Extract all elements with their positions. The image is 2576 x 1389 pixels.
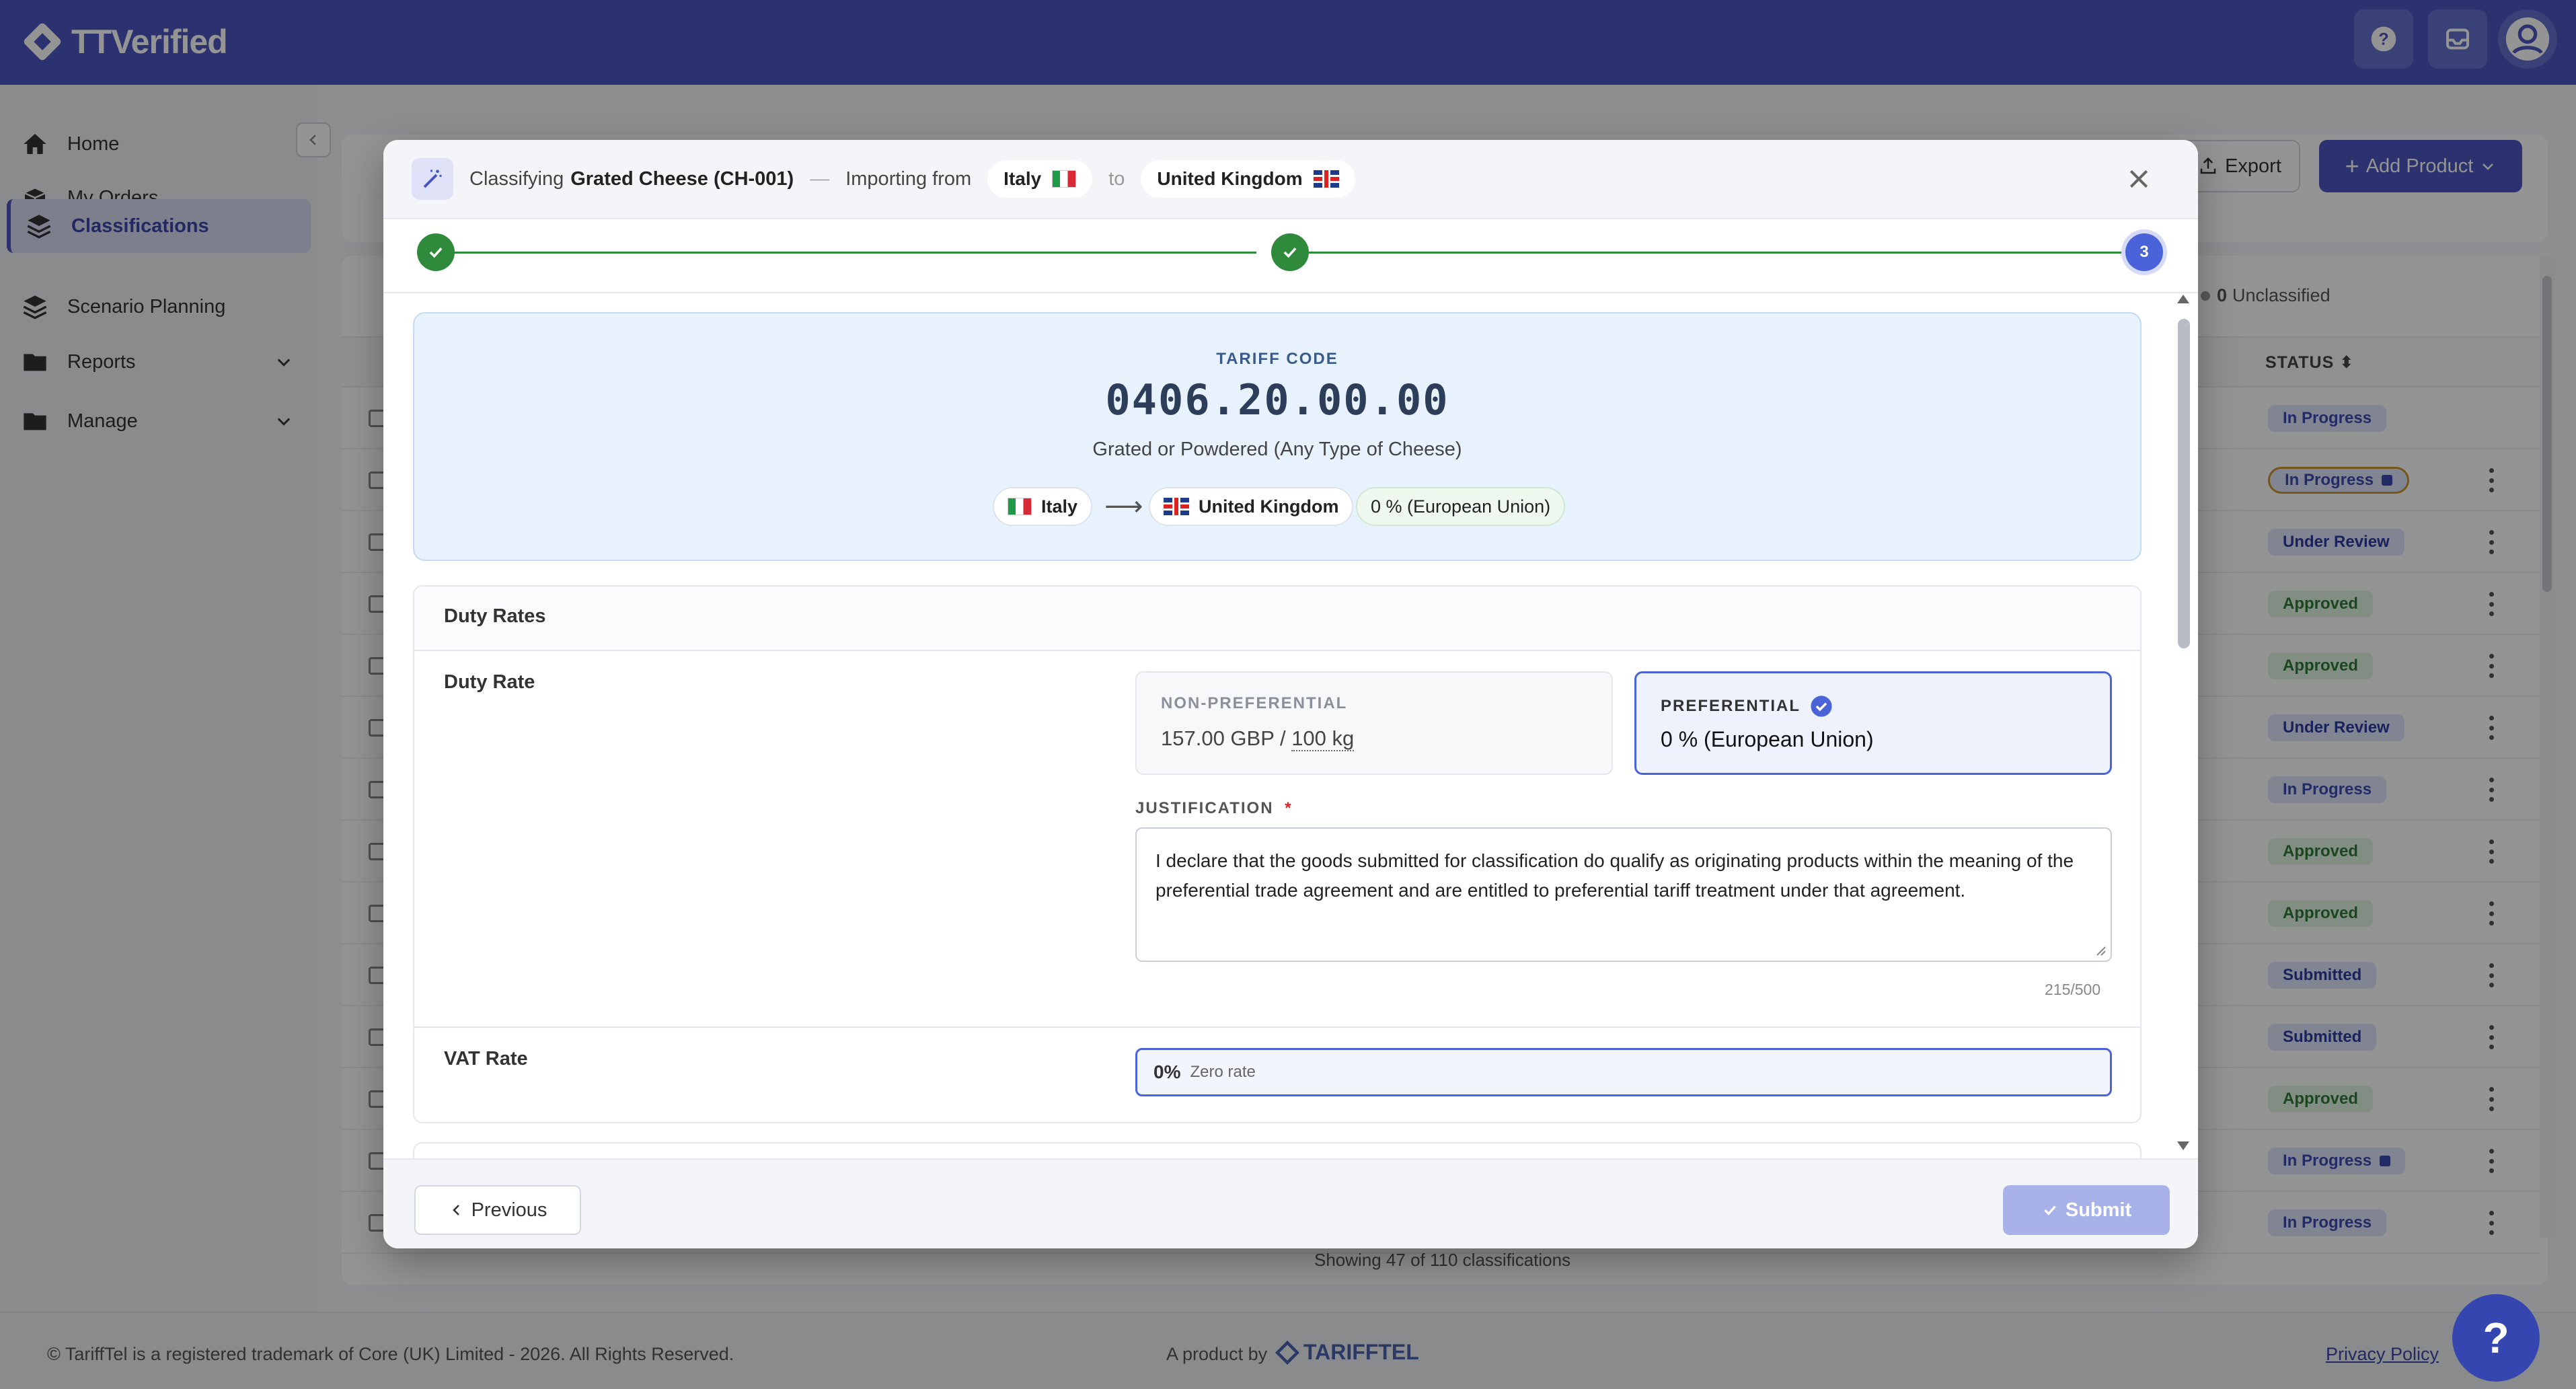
divider xyxy=(414,1026,2140,1028)
step-2-complete[interactable] xyxy=(1271,233,1309,271)
resize-handle-icon[interactable] xyxy=(2093,943,2107,956)
character-count: 215/500 xyxy=(2045,981,2101,998)
origin-country: Italy xyxy=(1003,168,1042,189)
non-preferential-caption: NON-PREFERENTIAL xyxy=(1161,694,1348,712)
uk-flag-icon xyxy=(1164,498,1189,515)
non-preferential-value: 157.00 GBP / 100 kg xyxy=(1161,726,1355,751)
question-icon: ? xyxy=(2483,1314,2509,1362)
close-icon[interactable] xyxy=(2125,165,2152,192)
check-icon xyxy=(2044,1205,2056,1215)
check-icon xyxy=(1283,247,1297,258)
preferential-option[interactable]: PREFERENTIAL 0 % (European Union) xyxy=(1634,671,2112,775)
uk-flag-icon xyxy=(1313,170,1339,188)
destination-pill-label: United Kingdom xyxy=(1199,496,1339,517)
destination-pill: United Kingdom xyxy=(1149,487,1354,526)
product-name: Grated Cheese (CH-001) xyxy=(570,167,794,190)
submit-label: Submit xyxy=(2065,1199,2132,1221)
origin-chip: Italy xyxy=(987,160,1093,198)
submit-button[interactable]: Submit xyxy=(2003,1185,2170,1235)
destination-country: United Kingdom xyxy=(1157,168,1303,189)
destination-chip: United Kingdom xyxy=(1141,160,1355,198)
origin-pill: Italy xyxy=(993,487,1093,526)
duty-rate-pill: 0 % (European Union) xyxy=(1356,487,1566,526)
vat-rate-label: VAT Rate xyxy=(444,1048,528,1069)
check-icon xyxy=(429,247,443,258)
classifying-prefix: Classifying xyxy=(469,167,564,190)
duty-rates-header xyxy=(414,587,2140,651)
required-mark: * xyxy=(1285,799,1293,817)
previous-button[interactable]: Previous xyxy=(414,1185,581,1235)
tariff-description: Grated or Powdered (Any Type of Cheese) xyxy=(1092,439,1462,460)
italy-flag-icon xyxy=(1008,498,1032,515)
italy-flag-icon xyxy=(1052,170,1077,188)
chevron-left-icon xyxy=(452,1205,459,1215)
step-connector xyxy=(449,252,1256,254)
vat-rate-select[interactable]: 0% Zero rate xyxy=(1135,1048,2112,1096)
vat-rate-note: Zero rate xyxy=(1190,1063,1256,1081)
justification-label: JUSTIFICATION xyxy=(1135,799,1274,817)
modal-header: Classifying Grated Cheese (CH-001) — Imp… xyxy=(383,140,2198,219)
justification-textarea[interactable]: I declare that the goods submitted for c… xyxy=(1135,827,2112,962)
vat-rate-value: 0% xyxy=(1153,1061,1181,1082)
duty-rate-pill-label: 0 % (European Union) xyxy=(1371,496,1551,517)
non-preferential-amount: 157.00 GBP / xyxy=(1161,726,1292,750)
non-preferential-option[interactable]: NON-PREFERENTIAL 157.00 GBP / 100 kg xyxy=(1135,671,1613,775)
magic-wand-icon xyxy=(412,158,453,200)
duty-rate-label: Duty Rate xyxy=(444,671,535,693)
step-connector xyxy=(1294,252,2142,254)
importing-from-label: Importing from xyxy=(845,167,972,190)
scroll-up-icon[interactable] xyxy=(2175,292,2191,305)
modal-scrollbar-thumb[interactable] xyxy=(2178,319,2190,648)
modal-footer: Previous Submit xyxy=(383,1158,2198,1248)
justification-text: I declare that the goods submitted for c… xyxy=(1156,850,2074,901)
previous-label: Previous xyxy=(471,1199,547,1221)
justification-label-row: JUSTIFICATION * xyxy=(1135,799,1293,818)
duty-rates-title: Duty Rates xyxy=(444,605,546,627)
origin-pill-label: Italy xyxy=(1041,496,1078,517)
to-label: to xyxy=(1108,167,1125,190)
preferential-value: 0 % (European Union) xyxy=(1661,727,1874,751)
arrow-right-icon: ⟶ xyxy=(1104,492,1143,521)
verified-check-icon xyxy=(1811,696,1832,717)
tariff-code-caption: TARIFF CODE xyxy=(1216,350,1338,368)
scroll-down-icon[interactable] xyxy=(2175,1139,2191,1153)
preferential-caption-row: PREFERENTIAL xyxy=(1661,695,1833,718)
classification-modal: Classifying Grated Cheese (CH-001) — Imp… xyxy=(383,140,2198,1248)
preferential-caption: PREFERENTIAL xyxy=(1661,697,1801,715)
step-3-current[interactable]: 3 xyxy=(2125,233,2163,271)
header-dash: — xyxy=(810,167,830,190)
tariff-code-value: 0406.20.00.00 xyxy=(1105,375,1449,424)
non-preferential-unit: 100 kg xyxy=(1291,726,1355,751)
step-number: 3 xyxy=(2139,243,2149,261)
help-chat-button[interactable]: ? xyxy=(2452,1294,2540,1382)
step-1-complete[interactable] xyxy=(417,233,455,271)
